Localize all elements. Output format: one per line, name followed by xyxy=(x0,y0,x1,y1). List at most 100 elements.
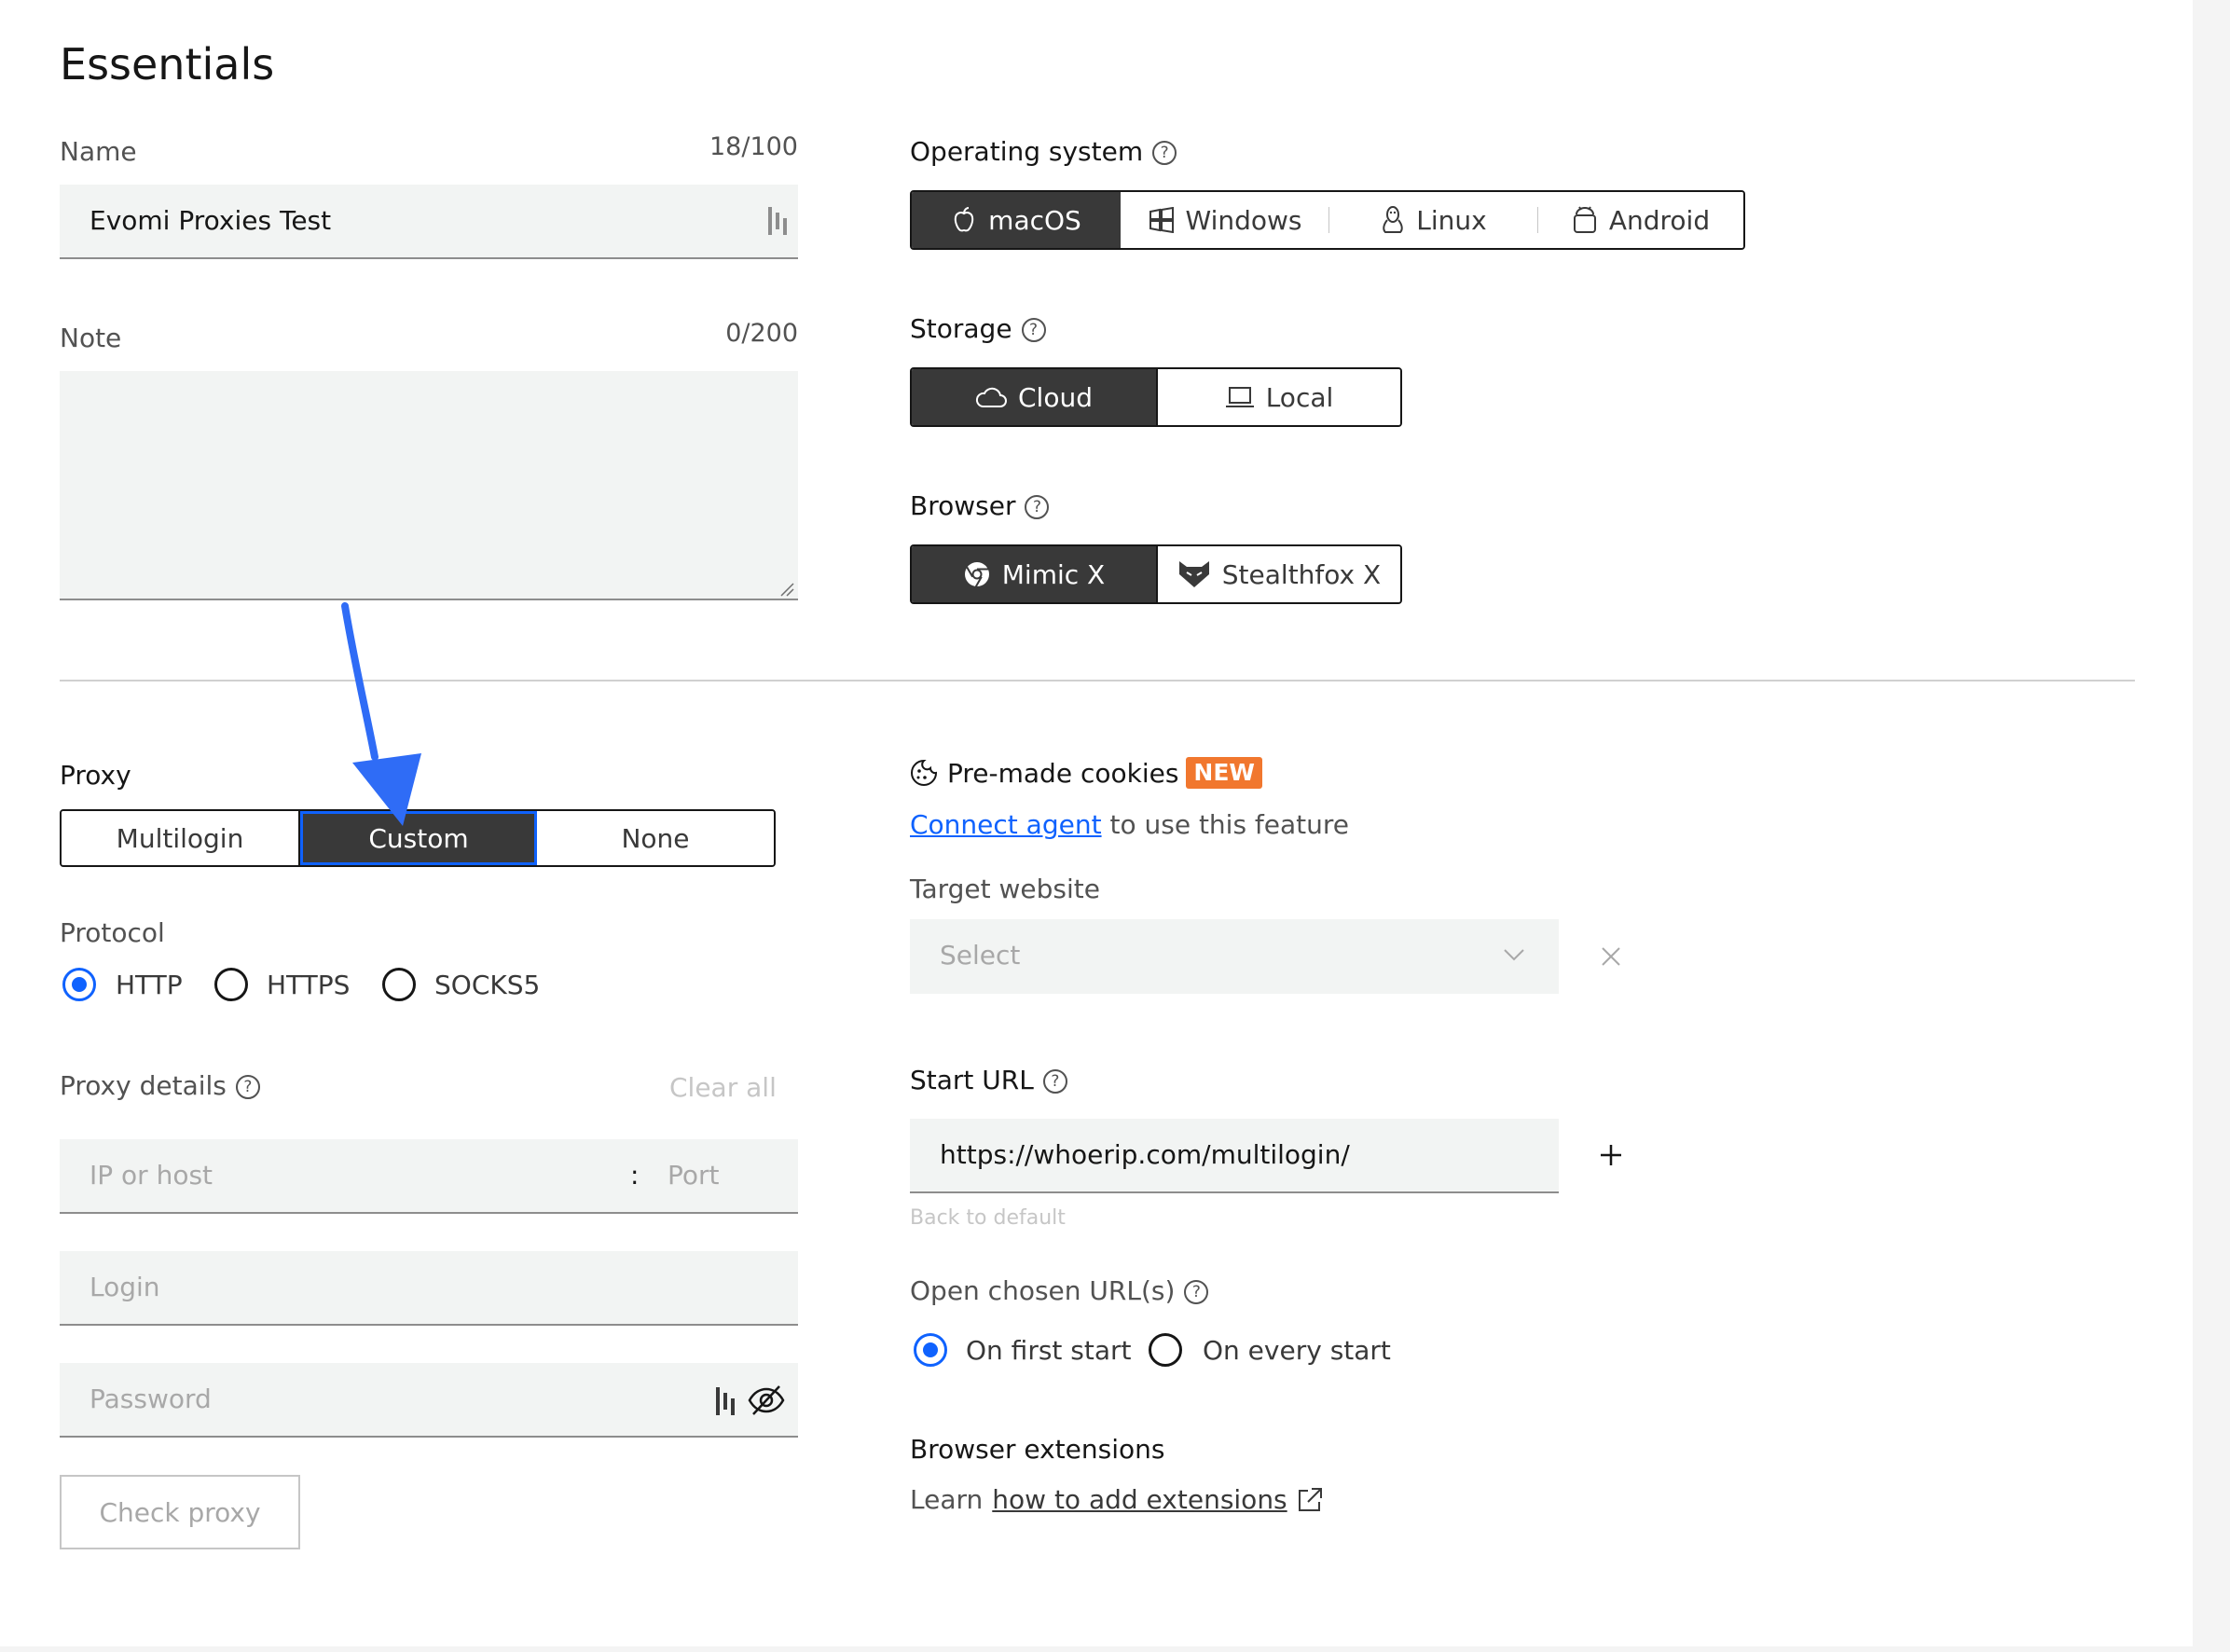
storage-selector: Cloud Local xyxy=(910,367,1402,427)
protocol-radio-http[interactable] xyxy=(62,968,96,1001)
browser-option-stealthfox[interactable]: Stealthfox X xyxy=(1158,546,1400,602)
add-url-icon[interactable] xyxy=(1600,1143,1622,1167)
new-badge: NEW xyxy=(1186,757,1262,789)
storage-option-local-label: Local xyxy=(1265,381,1334,413)
chromium-icon xyxy=(964,562,989,587)
protocol-http-label: HTTP xyxy=(116,970,183,1000)
fox-icon xyxy=(1178,561,1209,587)
cloud-icon xyxy=(975,387,1007,407)
browser-option-mimic[interactable]: Mimic X xyxy=(912,546,1158,602)
ip-host-input[interactable]: IP or host xyxy=(89,1160,213,1191)
os-option-windows-label: Windows xyxy=(1185,204,1302,236)
storage-option-local[interactable]: Local xyxy=(1158,369,1400,425)
start-url-input[interactable]: https://whoerip.com/multilogin/ xyxy=(910,1119,1559,1193)
open-first-start-radio[interactable] xyxy=(914,1333,947,1367)
proxy-option-multilogin-label: Multilogin xyxy=(116,822,244,854)
os-label-text: Operating system xyxy=(910,136,1144,167)
storage-label: Storage? xyxy=(910,313,1046,344)
android-icon xyxy=(1573,206,1596,233)
port-input[interactable]: Port xyxy=(668,1160,720,1191)
proxy-option-none-label: None xyxy=(621,822,690,854)
login-input[interactable]: Login xyxy=(60,1251,798,1326)
open-urls-label: Open chosen URL(s)? xyxy=(910,1275,1209,1306)
os-option-macos[interactable]: macOS xyxy=(912,192,1121,248)
target-website-label: Target website xyxy=(910,874,1100,904)
connect-agent-suffix: to use this feature xyxy=(1109,809,1350,840)
name-input-value: Evomi Proxies Test xyxy=(89,205,332,236)
password-input[interactable]: Password xyxy=(60,1363,798,1438)
name-input[interactable]: Evomi Proxies Test xyxy=(60,185,798,259)
start-url-value: https://whoerip.com/multilogin/ xyxy=(940,1139,1350,1170)
chevron-down-icon xyxy=(1504,949,1524,961)
proxy-details-label: Proxy details? xyxy=(60,1070,260,1101)
open-first-start-label: On first start xyxy=(966,1335,1132,1366)
storage-help-icon[interactable]: ? xyxy=(1021,318,1046,342)
connect-agent-line: Connect agent to use this feature xyxy=(910,809,1349,840)
open-every-start-radio[interactable] xyxy=(1149,1333,1182,1367)
browser-option-mimic-label: Mimic X xyxy=(1001,558,1106,590)
eye-off-icon[interactable] xyxy=(748,1384,785,1417)
browser-extensions-label: Browser extensions xyxy=(910,1434,1165,1465)
proxy-label: Proxy xyxy=(60,760,131,791)
essentials-panel: Essentials Name 18/100 Evomi Proxies Tes… xyxy=(0,0,2193,1646)
open-urls-help-icon[interactable]: ? xyxy=(1184,1280,1209,1304)
password-manager-icon xyxy=(716,1387,735,1415)
cookie-icon xyxy=(911,759,938,786)
windows-icon xyxy=(1149,207,1174,233)
annotation-arrow xyxy=(341,602,421,826)
storage-option-cloud[interactable]: Cloud xyxy=(912,369,1158,425)
page-title: Essentials xyxy=(60,39,275,89)
protocol-socks5-label: SOCKS5 xyxy=(434,970,541,1000)
os-selector: macOS Windows Linux Android xyxy=(910,190,1745,250)
learn-extensions-line: Learn how to add extensions xyxy=(910,1484,1323,1515)
open-urls-label-text: Open chosen URL(s) xyxy=(910,1275,1176,1306)
proxy-details-help-icon[interactable]: ? xyxy=(235,1075,260,1099)
os-help-icon[interactable]: ? xyxy=(1152,141,1177,165)
clear-all-link[interactable]: Clear all xyxy=(669,1072,777,1103)
start-url-label: Start URL? xyxy=(910,1065,1067,1095)
external-link-icon xyxy=(1298,1487,1322,1511)
browser-help-icon[interactable]: ? xyxy=(1025,495,1050,519)
os-option-macos-label: macOS xyxy=(988,204,1081,236)
back-to-default-link[interactable]: Back to default xyxy=(910,1206,1066,1230)
target-website-select[interactable]: Select xyxy=(910,919,1559,994)
start-url-label-text: Start URL xyxy=(910,1065,1034,1095)
note-textarea[interactable] xyxy=(60,371,798,600)
browser-option-stealthfox-label: Stealthfox X xyxy=(1221,558,1382,590)
protocol-https-label: HTTPS xyxy=(267,970,351,1000)
note-label: Note xyxy=(60,323,122,353)
host-port-separator: : xyxy=(630,1160,640,1191)
name-counter: 18/100 xyxy=(709,132,798,161)
os-option-linux[interactable]: Linux xyxy=(1329,192,1538,248)
linux-icon xyxy=(1383,206,1404,233)
start-url-help-icon[interactable]: ? xyxy=(1042,1069,1067,1094)
storage-option-cloud-label: Cloud xyxy=(1018,381,1093,413)
os-option-windows[interactable]: Windows xyxy=(1121,192,1329,248)
note-counter: 0/200 xyxy=(725,319,798,348)
proxy-option-multilogin[interactable]: Multilogin xyxy=(62,811,300,865)
browser-label: Browser? xyxy=(910,490,1050,521)
resize-handle-icon[interactable] xyxy=(779,582,794,597)
protocol-radio-https[interactable] xyxy=(214,968,248,1001)
apple-icon xyxy=(954,207,974,232)
password-placeholder: Password xyxy=(89,1384,212,1414)
os-option-linux-label: Linux xyxy=(1416,204,1487,236)
protocol-label: Protocol xyxy=(60,917,165,948)
laptop-icon xyxy=(1225,387,1254,407)
protocol-radio-socks5[interactable] xyxy=(382,968,416,1001)
password-manager-icon xyxy=(768,207,787,235)
clear-target-icon[interactable] xyxy=(1600,945,1622,968)
open-every-start-label: On every start xyxy=(1203,1335,1391,1366)
check-proxy-button[interactable]: Check proxy xyxy=(60,1475,300,1549)
os-option-android-label: Android xyxy=(1608,204,1711,236)
storage-label-text: Storage xyxy=(910,313,1012,344)
os-option-android[interactable]: Android xyxy=(1538,192,1743,248)
login-placeholder: Login xyxy=(89,1272,160,1302)
proxy-option-none[interactable]: None xyxy=(537,811,774,865)
connect-agent-link[interactable]: Connect agent xyxy=(910,809,1102,840)
how-to-add-extensions-link[interactable]: how to add extensions xyxy=(992,1484,1287,1515)
target-website-placeholder: Select xyxy=(940,940,1021,971)
premade-cookies-header: Pre-made cookies NEW xyxy=(910,757,1262,789)
proxy-details-label-text: Proxy details xyxy=(60,1070,227,1101)
browser-selector: Mimic X Stealthfox X xyxy=(910,544,1402,604)
